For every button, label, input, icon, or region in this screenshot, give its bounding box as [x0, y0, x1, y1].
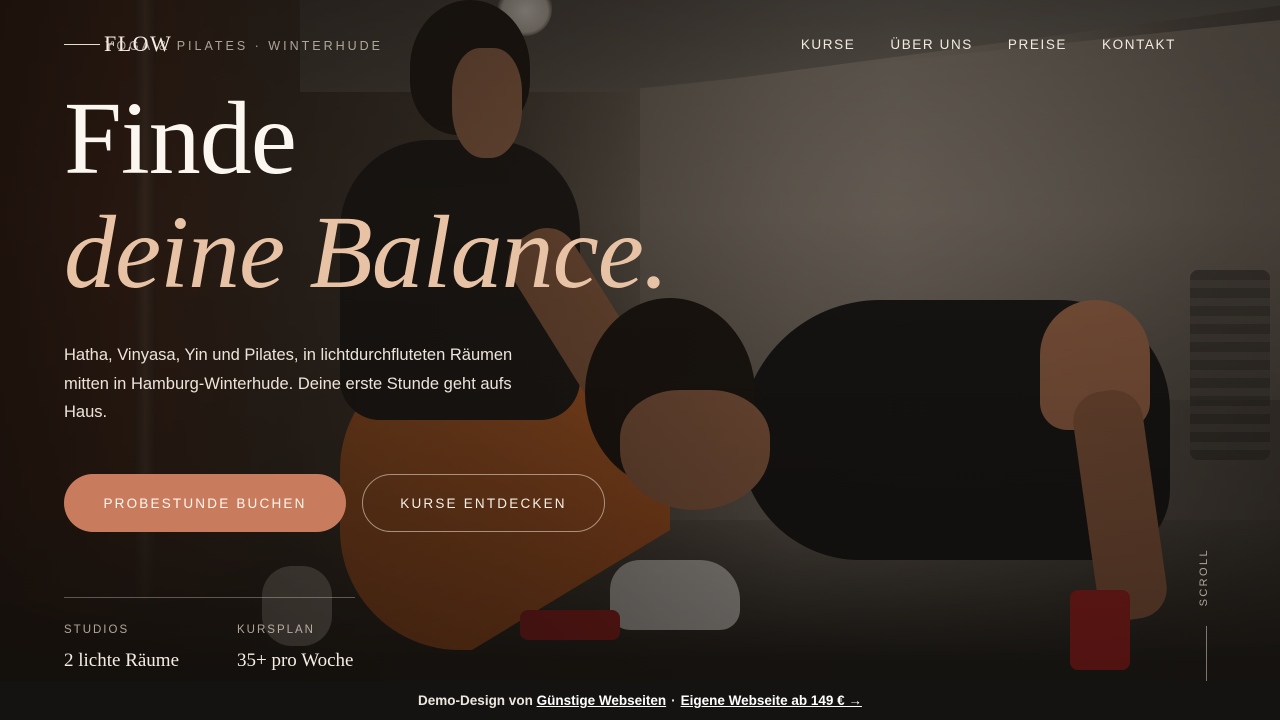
brand-tagline: YOGA & PILATES · WINTERHUDE: [105, 39, 384, 53]
stat-studios: STUDIOS 2 lichte Räume: [64, 624, 179, 672]
scroll-line: [1206, 626, 1207, 682]
demo-banner: Demo-Design von Günstige Webseiten · Eigen…: [0, 681, 1280, 720]
main-nav: KURSE ÜBER UNS PREISE KONTAKT: [801, 37, 1176, 52]
demo-banner-link-guenstige-webseiten[interactable]: Günstige Webseiten: [537, 693, 667, 708]
scroll-indicator[interactable]: SCROLL: [1198, 548, 1214, 610]
stat-value: 2 lichte Räume: [64, 650, 180, 671]
stat-kursplan: KURSPLAN 35+ pro Woche: [237, 624, 353, 672]
nav-item-kontakt[interactable]: KONTAKT: [1102, 37, 1176, 52]
hero-headline-line1: Finde: [64, 81, 297, 196]
nav-item-kurse[interactable]: KURSE: [801, 37, 856, 52]
scroll-label: SCROLL: [1198, 548, 1210, 607]
demo-banner-separator: ·: [671, 693, 676, 708]
nav-item-ueber-uns[interactable]: ÜBER UNS: [890, 37, 973, 52]
discover-courses-button[interactable]: KURSE ENTDECKEN: [362, 474, 605, 532]
hero-headline-line2: deine Balance.: [64, 195, 669, 310]
brand-divider-line: [64, 43, 100, 45]
stat-value: 35+ pro Woche: [237, 650, 354, 671]
stat-label: KURSPLAN: [237, 624, 315, 636]
book-trial-button[interactable]: PROBESTUNDE BUCHEN: [64, 474, 346, 532]
stats-divider: [64, 597, 355, 598]
hero-lead-text: Hatha, Vinyasa, Yin und Pilates, in lich…: [64, 346, 513, 421]
demo-banner-link-eigene-webseite[interactable]: Eigene Webseite ab 149 € →: [681, 693, 862, 708]
stat-label: STUDIOS: [64, 624, 130, 636]
nav-item-preise[interactable]: PREISE: [1008, 37, 1067, 52]
demo-banner-prefix: Demo-Design von: [418, 693, 533, 708]
